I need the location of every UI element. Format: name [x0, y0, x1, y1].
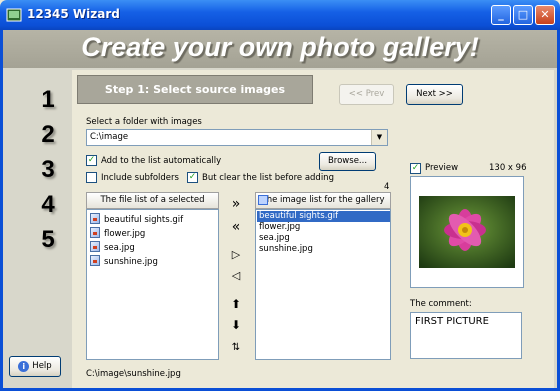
clear-before-label: But clear the list before adding — [202, 173, 334, 183]
banner: Create your own photo gallery! — [3, 30, 557, 68]
image-file-icon — [90, 213, 100, 224]
add-auto-checkbox[interactable]: ✓ — [86, 155, 97, 166]
gallery-count: 4 — [384, 182, 390, 192]
folder-combo[interactable]: C:\image ▼ — [86, 129, 388, 146]
title-bar: 12345 Wizard _ □ ✕ — [0, 0, 560, 30]
step-number-4: 4 — [41, 191, 55, 218]
gallery-list[interactable]: beautiful sights.gif flower.jpg sea.jpg … — [255, 209, 391, 360]
include-subfolders-checkbox[interactable] — [86, 172, 97, 183]
app-icon — [6, 8, 22, 22]
image-file-icon — [90, 227, 100, 238]
add-all-icon[interactable]: » — [228, 196, 244, 212]
move-up-icon[interactable]: ⬆ — [228, 296, 244, 312]
list-item[interactable]: flower.jpg — [257, 222, 390, 233]
add-selected-icon[interactable]: ▷ — [228, 247, 244, 263]
comment-label: The comment: — [410, 299, 472, 309]
minimize-button[interactable]: _ — [491, 5, 511, 25]
help-button[interactable]: i Help — [9, 356, 61, 377]
preview-image — [419, 196, 515, 268]
preview-label: Preview — [425, 163, 459, 173]
list-item[interactable]: sunshine.jpg — [257, 244, 390, 255]
gallery-icon — [258, 195, 268, 205]
clear-before-checkbox[interactable]: ✓ — [187, 172, 198, 183]
file-list-header[interactable]: The file list of a selected folder — [86, 192, 219, 220]
list-item[interactable]: sunshine.jpg — [90, 255, 158, 268]
chevron-down-icon[interactable]: ▼ — [371, 130, 387, 145]
preview-frame — [410, 176, 524, 288]
close-button[interactable]: ✕ — [535, 5, 555, 25]
window-title: 12345 Wizard — [27, 7, 120, 21]
step-title: Step 1: Select source images — [77, 75, 313, 104]
file-list[interactable]: beautiful sights.gif flower.jpg sea.jpg … — [86, 209, 219, 360]
status-path: C:\image\sunshine.jpg — [86, 369, 181, 379]
gallery-list-header[interactable]: The image list for the gallery — [255, 192, 391, 209]
preview-size: 130 x 96 — [489, 163, 527, 173]
list-item[interactable]: flower.jpg — [90, 227, 145, 240]
image-file-icon — [90, 241, 100, 252]
step-number-5: 5 — [41, 226, 55, 253]
list-item-selected[interactable]: beautiful sights.gif — [257, 211, 390, 222]
browse-button[interactable]: Browse... — [319, 152, 376, 171]
next-button[interactable]: Next >> — [406, 84, 463, 105]
comment-field[interactable]: FIRST PICTURE — [410, 312, 522, 359]
step-number-2: 2 — [41, 121, 55, 148]
list-item[interactable]: sea.jpg — [90, 241, 135, 254]
list-item[interactable]: beautiful sights.gif — [90, 213, 183, 226]
step-number-1: 1 — [41, 86, 55, 113]
list-item[interactable]: sea.jpg — [257, 233, 390, 244]
add-auto-label: Add to the list automatically — [101, 156, 222, 166]
prev-button[interactable]: << Prev — [339, 84, 394, 105]
banner-title: Create your own photo gallery! — [81, 32, 479, 62]
maximize-button[interactable]: □ — [513, 5, 533, 25]
help-label: Help — [32, 361, 52, 371]
folder-value: C:\image — [90, 132, 129, 142]
remove-selected-icon[interactable]: ◁ — [228, 268, 244, 284]
move-down-icon[interactable]: ⬇ — [228, 317, 244, 333]
image-file-icon — [90, 255, 100, 266]
preview-checkbox[interactable]: ✓ — [410, 163, 421, 174]
info-icon: i — [18, 361, 30, 372]
sort-icon[interactable]: ⇅ — [228, 340, 244, 356]
step-number-3: 3 — [41, 156, 55, 183]
folder-label: Select a folder with images — [86, 117, 202, 127]
remove-all-icon[interactable]: « — [228, 219, 244, 235]
include-subfolders-label: Include subfolders — [101, 173, 179, 183]
